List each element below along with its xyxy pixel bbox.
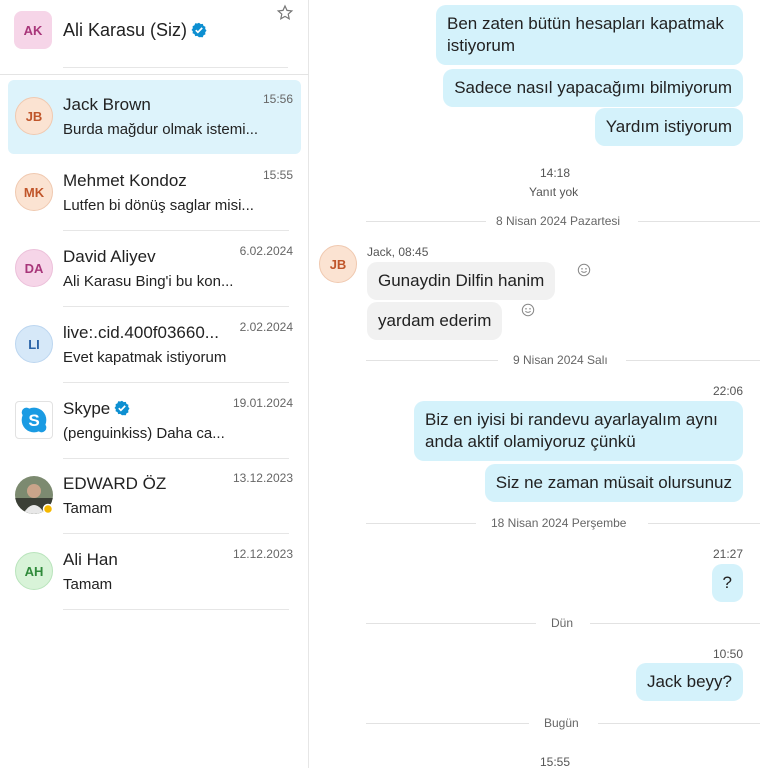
message-time: 15:55	[540, 755, 571, 768]
avatar: AH	[15, 552, 53, 590]
conversation-item-ali-han[interactable]: AH Ali Han Tamam 12.12.2023	[8, 535, 301, 610]
contact-name: live:.cid.400f03660...	[63, 323, 219, 342]
last-message-preview: (penguinkiss) Daha ca...	[63, 425, 225, 442]
conversation-item-edward-oz[interactable]: EDWARD ÖZ Tamam 13.12.2023	[8, 459, 301, 534]
row-divider	[63, 230, 289, 231]
last-message-time: 6.02.2024	[239, 244, 293, 258]
last-message-time: 13.12.2023	[232, 471, 293, 485]
conversation-list-pane: AK Ali Karasu (Siz) JB Jack Brown Burda …	[0, 0, 309, 768]
last-message-time: 2.02.2024	[239, 320, 293, 334]
last-message-time: 12.12.2023	[232, 547, 293, 561]
profile-name-text: Ali Karasu (Siz)	[63, 20, 188, 40]
row-divider	[63, 382, 289, 383]
outgoing-message[interactable]: ?	[711, 564, 743, 602]
last-message-preview: Tamam	[63, 576, 113, 593]
profile-avatar[interactable]: AK	[14, 11, 52, 49]
avatar: JB	[15, 97, 53, 135]
outgoing-message[interactable]: Ben zaten bütün hesapları kapatmak istiy…	[436, 5, 743, 65]
sender-avatar[interactable]: JB	[319, 245, 357, 283]
last-message-preview: Ali Karasu Bing'i bu kon...	[63, 273, 234, 290]
header-divider	[63, 67, 288, 68]
star-icon[interactable]	[276, 4, 294, 22]
date-divider: 8 Nisan 2024 Pazartesi	[366, 214, 760, 228]
outgoing-message[interactable]: Jack beyy?	[635, 663, 743, 701]
verified-badge-icon	[191, 22, 207, 38]
message-time: 21:27	[712, 547, 743, 561]
conversation-item-mehmet-kondoz[interactable]: MK Mehmet Kondoz Lutfen bi dönüş saglar …	[8, 156, 301, 231]
contact-name: Jack Brown	[63, 95, 151, 114]
contact-name: Ali Han	[63, 550, 118, 569]
avatar: MK	[15, 173, 53, 211]
last-message-preview: Evet kapatmak istiyorum	[63, 349, 227, 366]
contact-name: Mehmet Kondoz	[63, 171, 187, 190]
date-divider-label: 18 Nisan 2024 Perşembe	[491, 516, 627, 530]
avatar: DA	[15, 249, 53, 287]
row-divider	[63, 306, 289, 307]
last-message-time: 19.01.2024	[232, 396, 293, 410]
conversation-item-jack-brown[interactable]: JB Jack Brown Burda mağdur olmak istemi.…	[8, 80, 301, 154]
message-time: 14:18	[540, 166, 571, 180]
avatar: LI	[15, 325, 53, 363]
last-message-preview: Tamam	[63, 500, 113, 517]
last-message-preview: Burda mağdur olmak istemi...	[63, 121, 259, 138]
date-divider-label: 9 Nisan 2024 Salı	[513, 353, 608, 367]
date-divider: 18 Nisan 2024 Perşembe	[366, 516, 760, 530]
incoming-message[interactable]: Gunaydin Dilfin hanim	[367, 262, 556, 300]
profile-name: Ali Karasu (Siz)	[63, 20, 207, 41]
no-reply-label: Yanıt yok	[529, 185, 579, 199]
message-time: 10:50	[712, 647, 743, 661]
incoming-message[interactable]: yardam ederim	[367, 302, 503, 340]
date-divider: Dün	[366, 616, 760, 630]
message-time: 22:06	[712, 384, 743, 398]
skype-logo-icon: S	[15, 401, 53, 439]
date-divider-label: Dün	[551, 616, 574, 630]
contact-name: EDWARD ÖZ	[63, 474, 167, 493]
photo-avatar	[15, 476, 54, 515]
date-divider: 9 Nisan 2024 Salı	[366, 353, 760, 367]
date-divider-label: Bugün	[544, 716, 579, 730]
row-divider	[63, 609, 289, 610]
date-divider-label: 8 Nisan 2024 Pazartesi	[496, 214, 621, 228]
contact-name-text: Skype	[63, 399, 111, 418]
outgoing-message[interactable]: Siz ne zaman müsait olursunuz	[484, 464, 743, 502]
profile-header[interactable]: AK Ali Karasu (Siz)	[0, 0, 309, 75]
chat-pane: Ben zaten bütün hesapları kapatmak istiy…	[310, 0, 768, 768]
emoji-reaction-icon[interactable]	[521, 303, 535, 317]
last-message-preview: Lutfen bi dönüş saglar misi...	[63, 197, 254, 214]
outgoing-message[interactable]: Yardım istiyorum	[594, 108, 743, 146]
verified-badge-icon	[114, 400, 130, 416]
contact-name: David Aliyev	[63, 247, 156, 266]
date-divider: Bugün	[366, 716, 760, 730]
last-message-time: 15:55	[262, 168, 293, 182]
last-message-time: 15:56	[262, 92, 293, 106]
row-divider	[63, 533, 289, 534]
svg-text:S: S	[28, 411, 39, 430]
outgoing-message[interactable]: Sadece nasıl yapacağımı bilmiyorum	[443, 69, 743, 107]
outgoing-message[interactable]: Biz en iyisi bi randevu ayarlayalım aynı…	[414, 401, 743, 461]
conversation-item-skype[interactable]: S Skype (penguinkiss) Daha ca... 19.01.2…	[8, 384, 301, 459]
conversation-item-david-aliyev[interactable]: DA David Aliyev Ali Karasu Bing'i bu kon…	[8, 232, 301, 307]
sender-name-time: Jack, 08:45	[367, 245, 429, 259]
contact-name: Skype	[63, 399, 130, 419]
emoji-reaction-icon[interactable]	[577, 263, 591, 277]
conversation-item-live-cid[interactable]: LI live:.cid.400f03660... Evet kapatmak …	[8, 308, 301, 383]
